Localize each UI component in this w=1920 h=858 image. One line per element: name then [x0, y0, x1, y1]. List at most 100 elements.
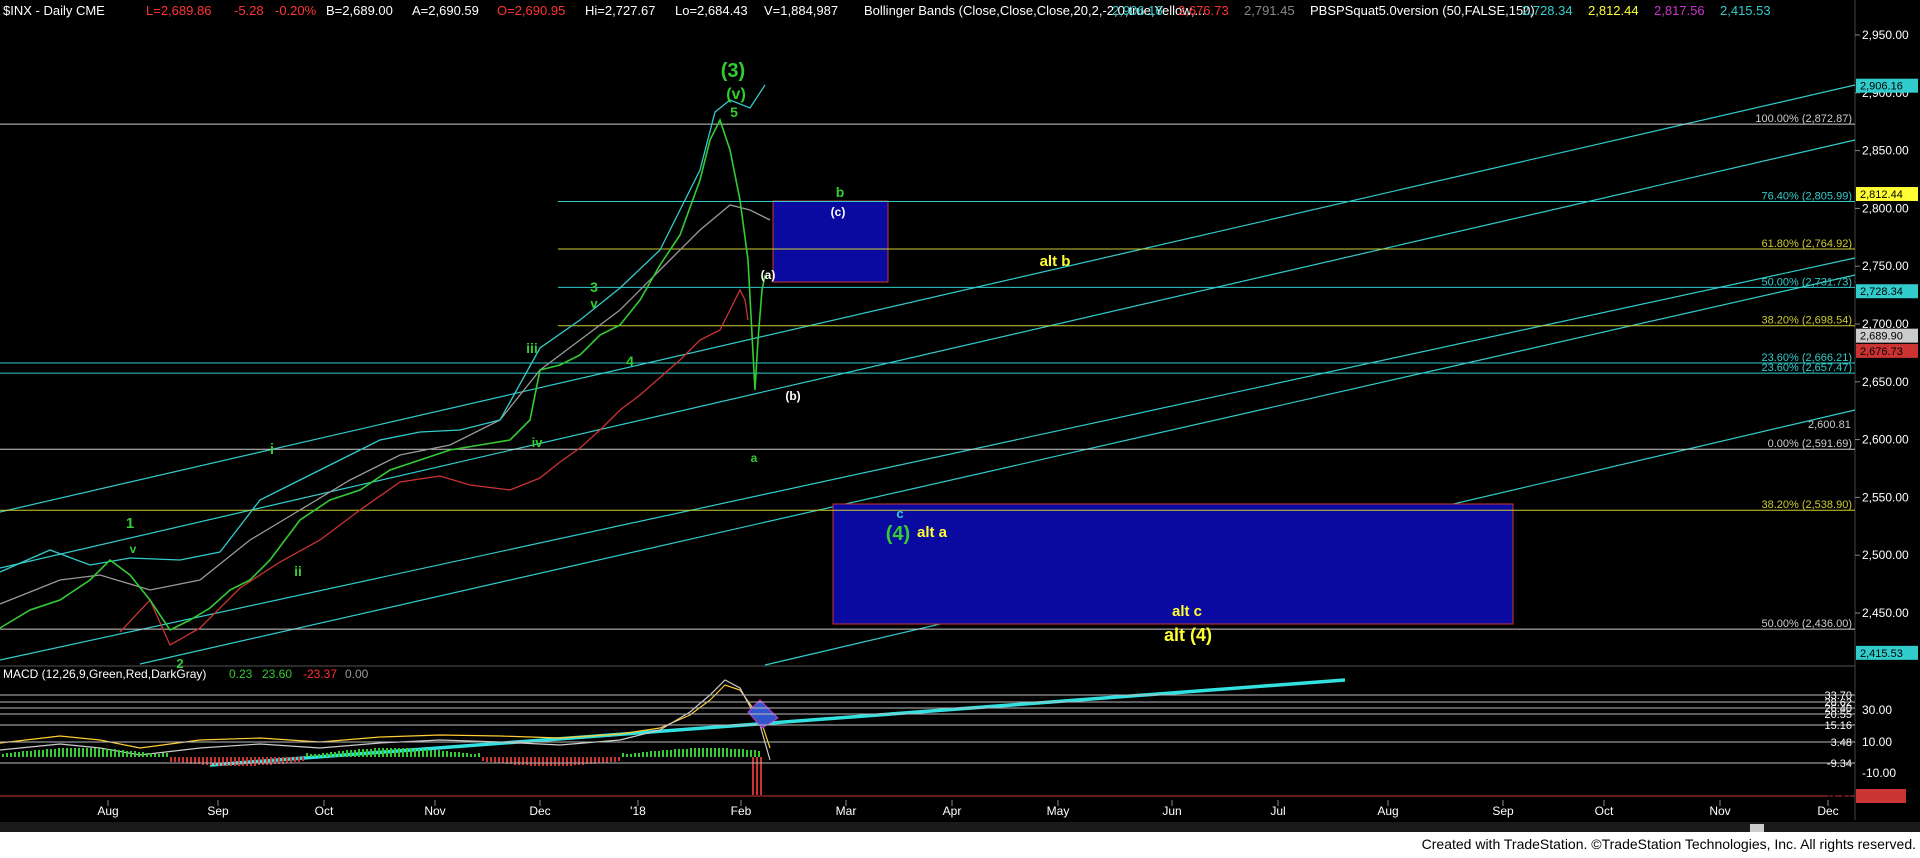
macd-hist-bar: [666, 750, 668, 757]
macd-hist-bar: [294, 757, 296, 762]
macd-hist-bar: [38, 750, 40, 757]
macd-hist-bar: [34, 750, 36, 757]
fib-label: 23.60% (2,657.47): [1761, 362, 1852, 374]
macd-hist-bar: [142, 752, 144, 757]
macd-hist-bar: [134, 751, 136, 757]
macd-right-tags: 33.7028.6226.4020.5515.163.48-9.34-23.37: [0, 690, 1906, 803]
macd-hist-bar: [750, 750, 752, 757]
macd-hist-bar: [566, 757, 568, 766]
bollinger-upper-band: [0, 84, 766, 573]
macd-hist-bar: [430, 750, 432, 757]
macd-hist-bar: [290, 757, 292, 763]
macd-hist-bar: [718, 748, 720, 757]
bb-lower-value: 2,676.73: [1178, 3, 1229, 18]
x-tick-label: Aug: [97, 804, 118, 818]
macd-hist-bar: [322, 753, 324, 757]
wave-label: 2: [176, 656, 183, 671]
macd-hist-bar: [334, 752, 336, 757]
macd-histogram: [2, 748, 762, 795]
macd-hist-bar: [438, 750, 440, 757]
macd-hist-bar: [522, 757, 524, 765]
macd-hist-bar: [602, 757, 604, 763]
macd-hist-bar: [658, 751, 660, 757]
x-tick-label: Oct: [1595, 804, 1614, 818]
macd-right-tag: -9.34: [1827, 758, 1852, 770]
macd-hist-bar: [78, 748, 80, 757]
macd-hist-bar: [114, 749, 116, 757]
macd-value-4: 0.00: [345, 667, 369, 681]
macd-hist-bar: [346, 750, 348, 757]
macd-hist-bar: [622, 753, 624, 757]
macd-hist-bar: [598, 757, 600, 763]
macd-hist-bar: [122, 750, 124, 757]
macd-hist-bar: [362, 749, 364, 757]
fib-label: 0.00% (2,591.69): [1768, 438, 1852, 450]
macd-y-axis: 30.00 10.00 -10.00: [1862, 703, 1896, 780]
macd-ytick: 10.00: [1862, 735, 1892, 749]
wave-label: b: [836, 184, 845, 200]
pbs-value-2: 2,812.44: [1588, 3, 1639, 18]
macd-hist-bar: [270, 757, 272, 765]
macd-hist-bar: [626, 754, 628, 757]
macd-hist-bar: [730, 749, 732, 757]
pbs-value-3: 2,817.56: [1654, 3, 1705, 18]
macd-hist-bar: [50, 749, 52, 757]
pct-change: -0.20%: [275, 3, 317, 18]
x-tick-label: Feb: [731, 804, 752, 818]
low-value: Lo=2,684.43: [675, 3, 748, 18]
x-tick-label: '18: [630, 804, 646, 818]
macd-hist-bar: [246, 757, 248, 766]
macd-hist-bar: [406, 748, 408, 757]
y-tick-label: 2,650.00: [1862, 375, 1909, 389]
macd-hist-bar: [538, 757, 540, 766]
macd-hist-bar: [498, 757, 500, 763]
macd-hist-bar: [654, 751, 656, 757]
macd-ytick: -10.00: [1862, 766, 1896, 780]
macd-hist-bar: [102, 749, 104, 757]
macd-hist-bar: [746, 750, 748, 757]
fib-label: 76.40% (2,805.99): [1761, 190, 1852, 202]
macd-hist-bar: [482, 757, 484, 761]
price-tag-label: 2,906.16: [1860, 81, 1903, 93]
macd-value-3: -23.37: [303, 667, 337, 681]
macd-hist-bar: [374, 748, 376, 757]
macd-hist-bar: [426, 749, 428, 757]
bb-upper-value: 2,906.16: [1112, 3, 1163, 18]
wave-label: alt (4): [1164, 625, 1212, 645]
macd-hist-bar: [318, 754, 320, 757]
macd-hist-bar: [174, 757, 176, 762]
macd-hist-bar: [474, 754, 476, 757]
price-series: [0, 84, 771, 646]
macd-hist-bar: [146, 753, 148, 757]
macd-hist-bar: [698, 748, 700, 757]
macd-hist-bar: [234, 757, 236, 766]
macd-hist-bar: [22, 751, 24, 757]
macd-hist-bar: [358, 749, 360, 757]
open-value: O=2,690.95: [497, 3, 565, 18]
horizontal-scrollbar[interactable]: [0, 822, 1920, 832]
wave-label: 1: [126, 515, 134, 532]
last-price: L=2,689.86: [146, 3, 211, 18]
macd-hist-bar: [226, 757, 228, 766]
wave-label: a: [751, 451, 758, 465]
x-axis-ticks: Aug Sep Oct Nov Dec '18 Feb Mar Apr May Jun Jul Aug S…: [97, 800, 1839, 818]
macd-hist-bar: [210, 757, 212, 765]
macd-hist-bar: [2, 754, 4, 757]
macd-hist-bar: [74, 748, 76, 757]
wave-label: (b): [785, 389, 800, 403]
chart-header: $INX - Daily CME L=2,689.86 -5.28 -0.20%…: [3, 3, 1771, 18]
macd-hist-bar: [186, 757, 188, 763]
macd-hist-bar: [670, 750, 672, 757]
macd-hist-bar: [526, 757, 528, 765]
wave-label: (4): [886, 523, 910, 545]
macd-hist-bar: [62, 748, 64, 757]
macd-hist-bar: [534, 757, 536, 766]
macd-hist-bar: [166, 753, 168, 757]
macd-hist-bar: [714, 748, 716, 757]
wave-label: i: [270, 441, 274, 458]
macd-hist-bar: [738, 749, 740, 757]
macd-hist-bar: [298, 757, 300, 762]
macd-ytick: 30.00: [1862, 703, 1892, 717]
macd-hist-bar: [70, 748, 72, 757]
macd-hist-bar: [478, 753, 480, 757]
